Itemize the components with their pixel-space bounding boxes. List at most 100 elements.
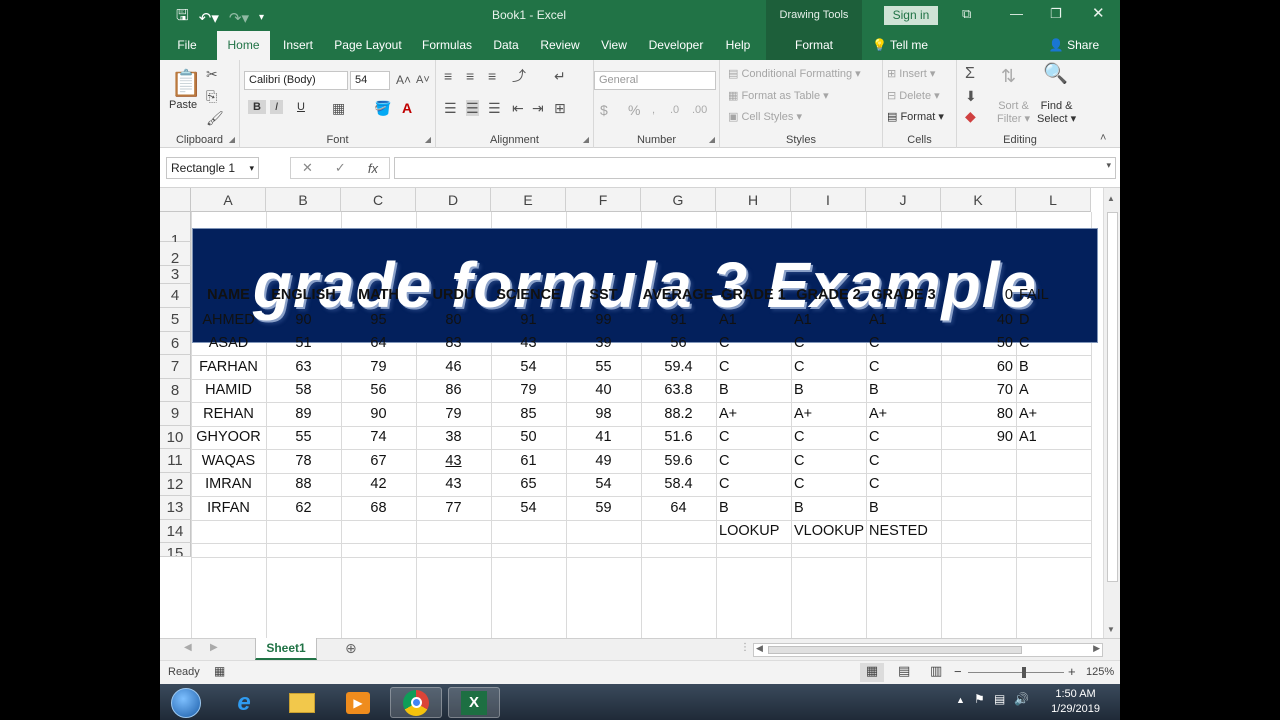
font-launcher-icon[interactable]: ◢	[425, 135, 431, 144]
row-header[interactable]: 1	[160, 212, 191, 249]
paste-label[interactable]: Paste	[169, 99, 197, 111]
table-cell[interactable]: 98	[566, 403, 641, 426]
table-cell[interactable]: B	[866, 497, 941, 520]
table-cell[interactable]: C	[716, 426, 791, 449]
tell-me-box[interactable]: 💡 Tell me	[860, 31, 940, 60]
scroll-left-icon[interactable]: ◀	[756, 643, 763, 654]
format-painter-icon[interactable]: 🖌	[206, 110, 224, 126]
method-label[interactable]: NESTED	[866, 520, 941, 543]
tab-home[interactable]: Home	[217, 31, 270, 60]
table-cell[interactable]	[1016, 473, 1091, 496]
table-cell[interactable]: IRFAN	[191, 497, 266, 520]
table-cell[interactable]: 79	[416, 403, 491, 426]
row-header[interactable]: 13	[160, 496, 191, 520]
table-cell[interactable]: 64	[341, 332, 416, 355]
row-header[interactable]: 7	[160, 355, 191, 379]
table-cell[interactable]: GHYOOR	[191, 426, 266, 449]
column-header-b[interactable]: B	[266, 188, 341, 212]
find-select-button[interactable]: Find & Select ▾	[1037, 100, 1076, 126]
row-header[interactable]: 5	[160, 308, 191, 332]
table-cell[interactable]: 59.6	[641, 450, 716, 473]
table-cell[interactable]: 89	[266, 403, 341, 426]
cell-styles-button[interactable]: ▣ Cell Styles ▾	[728, 110, 802, 123]
table-cell[interactable]: 63.8	[641, 379, 716, 402]
vertical-scroll-thumb[interactable]	[1107, 212, 1118, 582]
table-cell[interactable]: 99	[566, 309, 641, 332]
column-header-e[interactable]: E	[491, 188, 566, 212]
show-hidden-icons[interactable]: ▲	[956, 695, 965, 705]
row-header[interactable]: 2	[160, 242, 191, 267]
prev-sheet-icon[interactable]: ◀	[184, 642, 192, 653]
table-cell[interactable]: B	[791, 497, 866, 520]
row-header[interactable]: 4	[160, 284, 191, 308]
table-cell[interactable]: 54	[491, 497, 566, 520]
volume-icon[interactable]: 🔊	[1014, 692, 1029, 706]
table-cell[interactable]: A+	[716, 403, 791, 426]
tab-review[interactable]: Review	[538, 31, 582, 60]
normal-view-icon[interactable]: ▦	[860, 663, 884, 682]
column-header-c[interactable]: C	[341, 188, 416, 212]
table-cell[interactable]: 56	[341, 379, 416, 402]
row-header[interactable]: 14	[160, 519, 191, 543]
collapse-ribbon-icon[interactable]: ˄	[1100, 130, 1106, 146]
table-cell[interactable]: 68	[341, 497, 416, 520]
underline-button[interactable]: U	[292, 100, 310, 114]
fill-icon[interactable]: ⬇	[965, 88, 977, 104]
worksheet-grid[interactable]: A B C D E F G H I J K L 1 2 3 4 5 6 7 8 9 10 11 12 13 14 15 grade f…	[160, 188, 1120, 638]
column-header-g[interactable]: G	[641, 188, 716, 212]
taskbar-explorer[interactable]	[276, 687, 328, 718]
currency-button[interactable]: $	[600, 102, 608, 118]
table-cell[interactable]: 56	[641, 332, 716, 355]
table-cell[interactable]: REHAN	[191, 403, 266, 426]
tab-formulas[interactable]: Formulas	[418, 31, 476, 60]
clipboard-launcher-icon[interactable]: ◢	[229, 135, 235, 144]
table-cell[interactable]: 51	[266, 332, 341, 355]
table-cell[interactable]: 61	[491, 450, 566, 473]
table-cell[interactable]: 38	[416, 426, 491, 449]
font-name-select[interactable]: Calibri (Body)	[244, 71, 348, 90]
scroll-up-icon[interactable]: ▲	[1107, 194, 1115, 203]
table-cell[interactable]: A1	[791, 309, 866, 332]
table-cell[interactable]: 80	[941, 403, 1016, 426]
align-right-icon[interactable]: ☰	[488, 100, 501, 116]
table-cell[interactable]: 91	[641, 309, 716, 332]
tab-insert[interactable]: Insert	[278, 31, 318, 60]
table-cell[interactable]: 51.6	[641, 426, 716, 449]
table-cell[interactable]: 90	[341, 403, 416, 426]
table-cell[interactable]: C	[791, 450, 866, 473]
table-cell[interactable]: 85	[491, 403, 566, 426]
table-cell[interactable]: 86	[416, 379, 491, 402]
table-cell[interactable]	[1016, 497, 1091, 520]
table-cell[interactable]: 62	[266, 497, 341, 520]
column-header-h[interactable]: H	[716, 188, 791, 212]
table-cell[interactable]	[941, 473, 1016, 496]
decrease-indent-icon[interactable]: ⇤	[512, 100, 524, 116]
table-cell[interactable]: ASAD	[191, 332, 266, 355]
page-layout-view-icon[interactable]: ▤	[898, 663, 910, 679]
table-cell[interactable]	[1016, 450, 1091, 473]
header-cell[interactable]: NAME	[191, 284, 266, 307]
bold-button[interactable]: B	[248, 100, 266, 114]
table-cell[interactable]: A	[1016, 379, 1091, 402]
row-header[interactable]: 12	[160, 472, 191, 496]
table-cell[interactable]: 40	[941, 309, 1016, 332]
table-cell[interactable]: 54	[566, 473, 641, 496]
scroll-down-icon[interactable]: ▼	[1107, 625, 1115, 634]
header-cell[interactable]: GRADE 2	[791, 284, 866, 307]
decrease-decimal-icon[interactable]: .00	[692, 102, 707, 118]
minimize-icon[interactable]: —	[1010, 6, 1023, 21]
header-cell[interactable]: GRADE 1	[716, 284, 791, 307]
row-header[interactable]: 15	[160, 543, 191, 557]
table-cell[interactable]: C	[866, 426, 941, 449]
increase-indent-icon[interactable]: ⇥	[532, 100, 544, 116]
start-button[interactable]	[164, 687, 208, 718]
zoom-slider[interactable]	[968, 672, 1064, 673]
name-box[interactable]: Rectangle 1 ▾	[166, 157, 259, 179]
column-header-a[interactable]: A	[191, 188, 266, 212]
table-cell[interactable]: 95	[341, 309, 416, 332]
increase-font-icon[interactable]: A˄	[396, 72, 411, 88]
table-cell[interactable]: 46	[416, 356, 491, 379]
table-cell[interactable]: 58.4	[641, 473, 716, 496]
table-cell[interactable]: 59	[566, 497, 641, 520]
table-cell[interactable]: 55	[566, 356, 641, 379]
